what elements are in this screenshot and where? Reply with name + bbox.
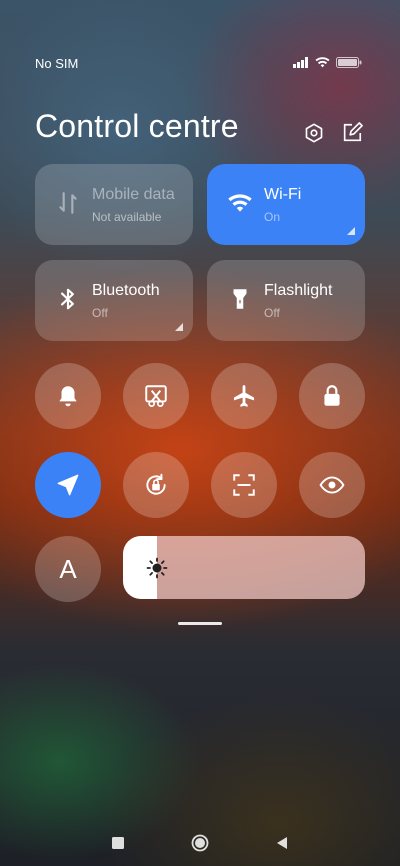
flashlight-icon bbox=[233, 289, 247, 309]
signal-icon bbox=[293, 57, 308, 68]
auto-brightness-button[interactable]: A bbox=[35, 536, 101, 602]
toggle-location[interactable] bbox=[35, 452, 101, 518]
tile-name: Bluetooth bbox=[92, 282, 160, 299]
toggle-reading-mode[interactable] bbox=[299, 452, 365, 518]
rotation-lock-icon bbox=[146, 473, 166, 495]
bell-icon bbox=[59, 386, 77, 407]
tile-name: Wi-Fi bbox=[264, 186, 302, 203]
tile-status: Off bbox=[264, 306, 280, 320]
tile-mobile-data[interactable]: Mobile data Not available bbox=[35, 164, 193, 245]
lock-icon bbox=[324, 385, 340, 406]
toggle-screenshot[interactable] bbox=[123, 363, 189, 429]
tile-flashlight[interactable]: Flashlight Off bbox=[207, 260, 365, 341]
toggle-lock-screen[interactable] bbox=[299, 363, 365, 429]
back-icon[interactable] bbox=[272, 833, 292, 853]
settings-icon[interactable] bbox=[303, 122, 325, 144]
airplane-icon bbox=[233, 385, 255, 407]
tile-name: Mobile data bbox=[92, 186, 175, 203]
location-icon bbox=[57, 474, 79, 496]
tile-status: Not available bbox=[92, 210, 162, 224]
expand-corner-icon bbox=[347, 227, 355, 235]
tile-bluetooth[interactable]: Bluetooth Off bbox=[35, 260, 193, 341]
toggle-scanner[interactable] bbox=[211, 452, 277, 518]
page-title: Control centre bbox=[35, 108, 239, 144]
screenshot-icon bbox=[145, 385, 167, 407]
battery-icon bbox=[336, 57, 362, 68]
wifi-icon bbox=[228, 194, 252, 212]
expand-corner-icon bbox=[175, 323, 183, 331]
mobile-data-icon bbox=[59, 192, 77, 214]
dismiss-handle[interactable] bbox=[178, 622, 222, 625]
tile-wifi[interactable]: Wi-Fi On bbox=[207, 164, 365, 245]
tile-status: Off bbox=[92, 306, 108, 320]
toggle-rotation-lock[interactable] bbox=[123, 452, 189, 518]
brightness-slider[interactable] bbox=[123, 536, 365, 599]
scanner-icon bbox=[233, 474, 255, 496]
auto-brightness-label: A bbox=[59, 553, 77, 584]
status-bar: No SIM bbox=[35, 56, 362, 72]
bluetooth-icon bbox=[60, 288, 74, 310]
sun-icon bbox=[146, 557, 168, 579]
eye-icon bbox=[319, 476, 345, 494]
toggle-silent[interactable] bbox=[35, 363, 101, 429]
toggle-airplane[interactable] bbox=[211, 363, 277, 429]
wifi-icon bbox=[315, 57, 330, 68]
edit-icon[interactable] bbox=[341, 122, 363, 144]
home-icon[interactable] bbox=[190, 833, 210, 853]
tile-name: Flashlight bbox=[264, 282, 333, 299]
tile-status: On bbox=[264, 210, 281, 224]
recents-icon[interactable] bbox=[108, 833, 128, 853]
carrier-label: No SIM bbox=[35, 56, 79, 71]
